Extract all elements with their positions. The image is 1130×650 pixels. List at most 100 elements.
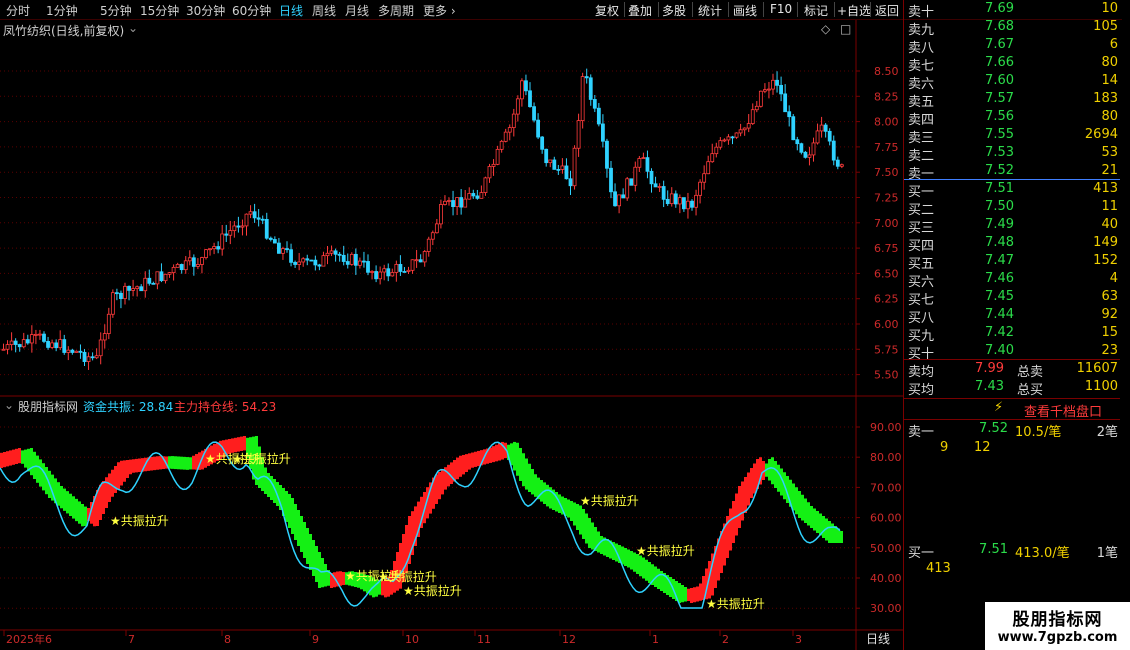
candle-body bbox=[718, 140, 723, 148]
indicator-band bbox=[297, 510, 300, 546]
level-label: 卖七 bbox=[908, 59, 935, 74]
resonance-signal-label: ★共振拉升 bbox=[378, 569, 437, 584]
side-scroll-strip[interactable] bbox=[1122, 0, 1130, 650]
buy-level-row[interactable]: 买一 7.51 413 bbox=[904, 181, 1120, 200]
f10-button[interactable]: F10 bbox=[770, 2, 792, 16]
sell-level-row[interactable]: 卖七 7.66 80 bbox=[904, 55, 1120, 74]
period-tab-1min[interactable]: 1分钟 bbox=[46, 2, 78, 19]
candle-body bbox=[811, 142, 816, 156]
candle-body bbox=[443, 200, 447, 205]
indicator-band bbox=[234, 437, 237, 453]
indicator-band bbox=[138, 458, 141, 472]
multi-stock-button[interactable]: 多股 bbox=[662, 2, 686, 19]
diamond-icon[interactable]: ◇ bbox=[821, 22, 830, 36]
candle-body bbox=[276, 242, 281, 254]
chevron-right-icon: › bbox=[447, 4, 456, 18]
indicator-band bbox=[495, 444, 498, 462]
indicator-band bbox=[111, 469, 114, 497]
price-tick-label: 8.50 bbox=[874, 65, 899, 78]
sell-level-row[interactable]: 卖八 7.67 6 bbox=[904, 37, 1120, 56]
candle-body bbox=[366, 261, 370, 273]
indicator-band bbox=[339, 571, 342, 586]
sell-level-row[interactable]: 卖九 7.68 105 bbox=[904, 19, 1120, 38]
period-tab-15min[interactable]: 15分钟 bbox=[140, 2, 179, 19]
sell-level-row[interactable]: 卖六 7.60 14 bbox=[904, 73, 1120, 92]
indicator-band bbox=[120, 460, 123, 486]
level-label: 买七 bbox=[908, 293, 935, 308]
view-depth-button[interactable]: 查看千档盘口 bbox=[1024, 401, 1102, 420]
chart-area[interactable]: 8.50 8.25 8.00 7.75 7.50 7.25 7.00 6.75 6.50 6.25… bbox=[0, 20, 903, 650]
indicator-band bbox=[309, 534, 312, 570]
candle-body bbox=[645, 157, 650, 172]
mark-button[interactable]: 标记 bbox=[804, 2, 828, 19]
candle-body bbox=[297, 261, 302, 265]
level-label: 卖六 bbox=[908, 77, 935, 92]
buy-level-row[interactable]: 买三 7.49 40 bbox=[904, 217, 1120, 236]
buy-level-row[interactable]: 买五 7.47 152 bbox=[904, 253, 1120, 272]
candle-body bbox=[815, 130, 820, 144]
period-tab-monthly[interactable]: 月线 bbox=[345, 2, 369, 19]
fuquan-button[interactable]: 复权 bbox=[595, 2, 619, 19]
period-tab-multi[interactable]: 多周期 bbox=[378, 2, 414, 19]
sell-level-row[interactable]: 卖四 7.56 80 bbox=[904, 109, 1120, 128]
maximize-icon[interactable]: □ bbox=[840, 22, 851, 36]
period-tab-more[interactable]: 更多 › bbox=[423, 2, 456, 19]
period-tab-5min[interactable]: 5分钟 bbox=[100, 2, 132, 19]
sell-level-row[interactable]: 卖十 7.69 10 bbox=[904, 1, 1120, 20]
draw-line-button[interactable]: 画线 bbox=[733, 2, 757, 19]
buy-level-row[interactable]: 买二 7.50 11 bbox=[904, 199, 1120, 218]
indicator-band bbox=[807, 502, 810, 526]
indicator-band bbox=[519, 448, 522, 481]
candle-body bbox=[584, 76, 589, 79]
indicator-band bbox=[795, 487, 798, 515]
depth-button-bar[interactable]: ⚡ 查看千档盘口 bbox=[904, 398, 1120, 420]
indicator-band bbox=[159, 456, 162, 470]
buy-level-row[interactable]: 买八 7.44 92 bbox=[904, 307, 1120, 326]
buy-level-row[interactable]: 买四 7.48 149 bbox=[904, 235, 1120, 254]
level-volume: 183 bbox=[1093, 91, 1118, 106]
buy-level-row[interactable]: 买七 7.45 63 bbox=[904, 289, 1120, 308]
candle-body bbox=[147, 277, 152, 284]
period-tab-60min[interactable]: 60分钟 bbox=[232, 2, 271, 19]
indicator-band bbox=[600, 536, 603, 554]
overlay-button[interactable]: 叠加 bbox=[628, 2, 652, 19]
period-tab-30min[interactable]: 30分钟 bbox=[186, 2, 225, 19]
level-volume: 80 bbox=[1101, 109, 1118, 124]
sell-level-row[interactable]: 卖二 7.53 53 bbox=[904, 145, 1120, 164]
back-button[interactable]: 返回 bbox=[875, 2, 899, 19]
candle-body bbox=[605, 140, 609, 169]
indicator-band bbox=[777, 464, 780, 492]
resonance-signal-label: ★共振拉升 bbox=[636, 543, 695, 558]
candle-body bbox=[285, 248, 289, 251]
candle-body bbox=[560, 165, 565, 170]
candle-body bbox=[475, 195, 480, 199]
candle-body bbox=[386, 268, 391, 277]
sell-level-row[interactable]: 卖五 7.57 183 bbox=[904, 91, 1120, 110]
stats-button[interactable]: 统计 bbox=[698, 2, 722, 19]
buy-level-row[interactable]: 买六 7.46 4 bbox=[904, 271, 1120, 290]
indicator-band bbox=[66, 491, 69, 514]
period-tab-daily[interactable]: 日线 bbox=[279, 2, 303, 19]
level-volume: 6 bbox=[1109, 37, 1118, 52]
settings-icon[interactable]: ⌄ bbox=[128, 21, 138, 35]
indicator-band bbox=[132, 459, 135, 473]
period-tab-fenshi[interactable]: 分时 bbox=[6, 2, 30, 19]
indicator-band bbox=[75, 498, 78, 522]
indicator-settings-icon[interactable]: ⌄ bbox=[4, 398, 14, 412]
indicator-band bbox=[468, 453, 471, 470]
add-watchlist-button[interactable]: +自选 bbox=[837, 2, 871, 19]
candle-body bbox=[38, 333, 42, 336]
sell1-detail-price: 7.52 bbox=[979, 421, 1008, 436]
indicator-band bbox=[624, 548, 627, 566]
level-price: 7.68 bbox=[985, 19, 1014, 34]
period-tab-weekly[interactable]: 周线 bbox=[312, 2, 336, 19]
indicator-band bbox=[747, 472, 750, 506]
indicator-band bbox=[18, 448, 21, 464]
chart-canvas[interactable]: 8.50 8.25 8.00 7.75 7.50 7.25 7.00 6.75 6.50 6.25… bbox=[0, 20, 903, 650]
buy-level-row[interactable]: 买九 7.42 15 bbox=[904, 325, 1120, 344]
sell-level-row[interactable]: 卖三 7.55 2694 bbox=[904, 127, 1120, 146]
candle-body bbox=[463, 198, 468, 208]
candle-body bbox=[256, 217, 261, 220]
candle-body bbox=[17, 344, 22, 348]
candle-body bbox=[349, 253, 354, 265]
